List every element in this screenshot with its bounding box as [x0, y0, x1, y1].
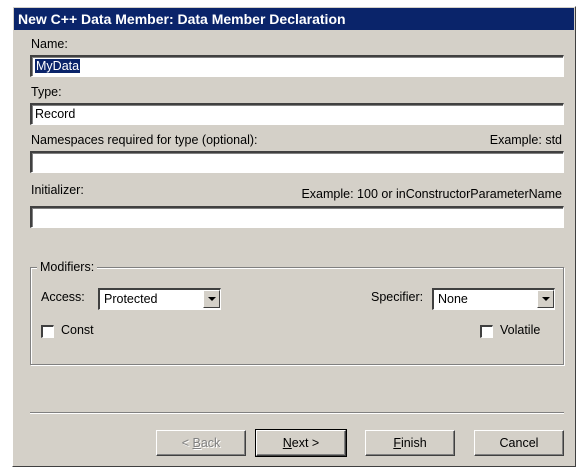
- volatile-checkbox[interactable]: [480, 325, 493, 338]
- namespaces-label: Namespaces required for type (optional):: [31, 133, 258, 147]
- const-label: Const: [61, 323, 94, 337]
- volatile-label: Volatile: [500, 323, 541, 337]
- button-separator: [30, 412, 564, 414]
- dialog-title: New C++ Data Member: Data Member Declara…: [14, 8, 574, 30]
- cancel-button[interactable]: Cancel: [474, 430, 564, 456]
- specifier-select[interactable]: None: [432, 288, 555, 310]
- back-button[interactable]: < Back: [156, 430, 246, 456]
- name-field[interactable]: MyData: [30, 55, 564, 77]
- access-value: Protected: [104, 292, 158, 306]
- const-checkbox[interactable]: [41, 325, 54, 338]
- initializer-field[interactable]: [30, 206, 564, 228]
- next-button[interactable]: Next >: [255, 429, 347, 457]
- access-label: Access:: [41, 290, 85, 304]
- modifiers-group-label: Modifiers:: [37, 260, 98, 274]
- specifier-value: None: [438, 292, 468, 306]
- name-value: MyData: [35, 59, 81, 73]
- type-field[interactable]: Record: [30, 103, 564, 125]
- type-value: Record: [35, 107, 76, 121]
- modifiers-group: Modifiers: Access: Protected Specifier: …: [30, 260, 564, 365]
- access-select[interactable]: Protected: [98, 288, 221, 310]
- initializer-label: Initializer:: [31, 183, 84, 197]
- new-data-member-dialog: New C++ Data Member: Data Member Declara…: [12, 6, 576, 467]
- specifier-label: Specifier:: [371, 290, 424, 304]
- namespaces-field[interactable]: [30, 151, 564, 173]
- type-label: Type:: [31, 85, 62, 99]
- finish-button[interactable]: Finish: [365, 430, 455, 456]
- chevron-down-icon[interactable]: [537, 290, 554, 308]
- namespaces-example: Example: std: [489, 133, 562, 147]
- chevron-down-icon[interactable]: [203, 290, 220, 308]
- name-label: Name:: [31, 37, 68, 51]
- initializer-example: Example: 100 or inConstructorParameterNa…: [301, 187, 562, 201]
